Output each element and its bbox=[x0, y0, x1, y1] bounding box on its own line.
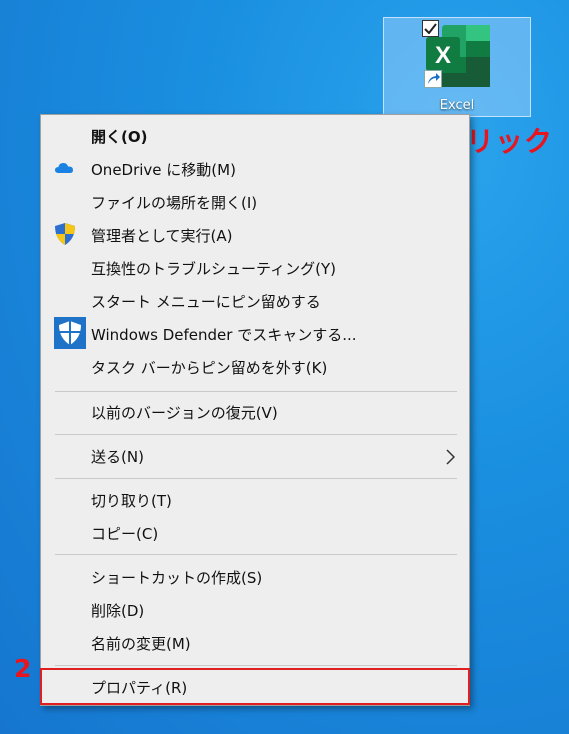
excel-desktop-shortcut[interactable]: X Excel bbox=[383, 17, 531, 117]
context-menu: 開く(O) OneDrive に移動(M) ファイルの場所を開く(I) 管理者と… bbox=[40, 114, 470, 706]
menu-separator bbox=[55, 434, 457, 435]
menu-item-troubleshoot-compat[interactable]: 互換性のトラブルシューティング(Y) bbox=[41, 252, 469, 285]
menu-item-unpin-taskbar[interactable]: タスク バーからピン留めを外す(K) bbox=[41, 351, 469, 384]
step-2-number: 2 bbox=[14, 654, 32, 683]
menu-item-create-shortcut[interactable]: ショートカットの作成(S) bbox=[41, 561, 469, 594]
menu-separator bbox=[55, 478, 457, 479]
onedrive-icon bbox=[54, 161, 74, 179]
chevron-right-icon bbox=[445, 449, 456, 469]
menu-item-open-file-location[interactable]: ファイルの場所を開く(I) bbox=[41, 186, 469, 219]
menu-item-cut[interactable]: 切り取り(T) bbox=[41, 484, 469, 517]
menu-item-run-as-admin[interactable]: 管理者として実行(A) bbox=[41, 219, 469, 252]
menu-separator bbox=[55, 554, 457, 555]
uac-shield-icon bbox=[54, 222, 76, 250]
menu-item-send-to[interactable]: 送る(N) bbox=[41, 440, 469, 473]
menu-item-restore-previous[interactable]: 以前のバージョンの復元(V) bbox=[41, 396, 469, 429]
menu-separator bbox=[55, 391, 457, 392]
shortcut-arrow-icon bbox=[424, 70, 442, 88]
menu-item-scan-defender[interactable]: Windows Defender でスキャンする... bbox=[41, 316, 469, 353]
menu-item-rename[interactable]: 名前の変更(M) bbox=[41, 627, 469, 660]
menu-item-pin-to-start[interactable]: スタート メニューにピン留めする bbox=[41, 285, 469, 318]
properties-highlight-box bbox=[40, 668, 470, 705]
menu-item-move-to-onedrive[interactable]: OneDrive に移動(M) bbox=[41, 153, 469, 186]
desktop-icon-label: Excel bbox=[439, 98, 475, 113]
menu-item-open[interactable]: 開く(O) bbox=[41, 120, 469, 153]
menu-item-delete[interactable]: 削除(D) bbox=[41, 594, 469, 627]
menu-item-copy[interactable]: コピー(C) bbox=[41, 517, 469, 550]
svg-text:X: X bbox=[435, 42, 451, 69]
windows-defender-icon bbox=[54, 316, 86, 353]
menu-separator bbox=[55, 665, 457, 666]
